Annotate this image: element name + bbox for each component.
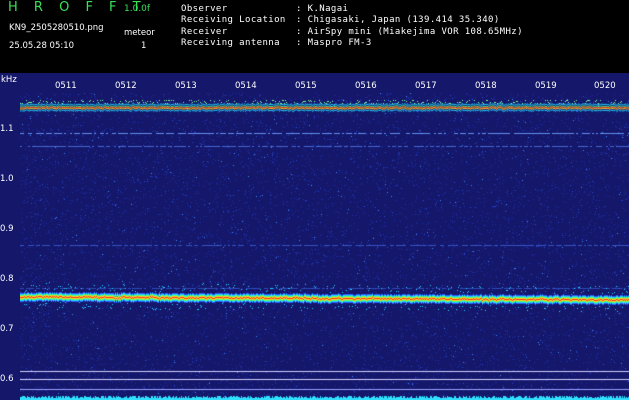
time-tick-label: 0514 [235,81,257,91]
info-value-location: : Chigasaki, Japan (139.414 35.340) [296,15,500,25]
time-tick-label: 0515 [295,81,317,91]
y-tick-label: 0.9 [0,224,14,234]
version-label: 1.0.0f [124,4,151,14]
time-tick-label: 0519 [535,81,557,91]
info-label-antenna: Receiving antenna [181,38,280,48]
time-tick-label: 0517 [415,81,437,91]
info-value-observer: : K.Nagai [296,4,349,14]
meteor-count: 1 [141,41,147,51]
meteor-label: meteor [124,28,155,38]
time-tick-label: 0516 [355,81,377,91]
spectrogram-canvas [20,93,629,400]
info-label-observer: Observer [181,4,228,14]
time-tick-label: 0520 [594,81,616,91]
time-tick-label: 0513 [175,81,197,91]
info-value-antenna: : Maspro FM-3 [296,38,372,48]
y-unit-label: kHz [1,75,17,85]
filename-label: KN9_2505280510.png [9,23,104,33]
time-tick-label: 0512 [115,81,137,91]
timestamp-label: 25.05.28 05:10 [9,41,75,51]
y-tick-label: 1.1 [0,124,14,134]
time-tick-label: 0511 [55,81,77,91]
info-label-location: Receiving Location [181,15,286,25]
y-tick-label: 0.7 [0,324,14,334]
header-panel: H R O F F T 1.0.0f KN9_2505280510.png me… [0,0,629,73]
time-tick-label: 0518 [475,81,497,91]
y-tick-label: 0.6 [0,374,14,384]
info-value-receiver: : AirSpy mini (Miakejima VOR 108.65MHz) [296,27,523,37]
info-label-receiver: Receiver [181,27,228,37]
y-tick-label: 1.0 [0,174,14,184]
y-tick-label: 0.8 [0,274,14,284]
